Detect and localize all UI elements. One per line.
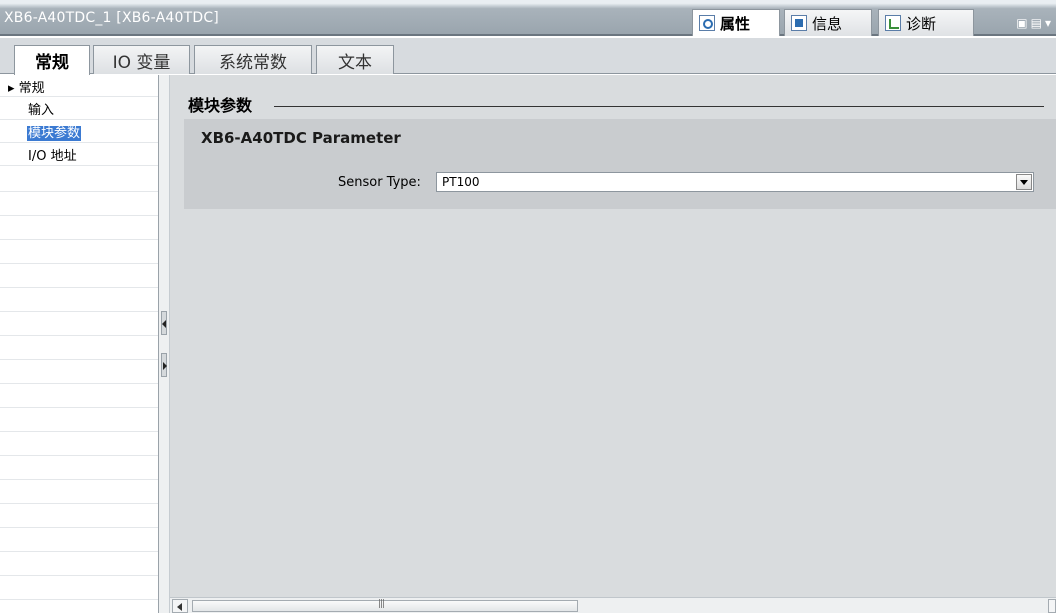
nav-divider <box>0 165 158 166</box>
tab-properties-label: 属性 <box>720 14 751 33</box>
chevron-down-icon[interactable]: ▾ <box>1045 16 1054 30</box>
horizontal-scrollbar[interactable] <box>170 597 1056 613</box>
nav-divider <box>0 455 158 456</box>
window-controls[interactable]: ▣▤▾ <box>1016 16 1054 30</box>
nav-divider <box>0 239 158 240</box>
tab-system-constants[interactable]: 系统常数 <box>194 45 312 74</box>
heading-divider <box>274 106 1044 107</box>
tab-diagnostics[interactable]: 诊断 <box>878 9 974 36</box>
nav-divider <box>0 359 158 360</box>
scroll-right-button[interactable] <box>1048 599 1056 613</box>
scroll-left-button[interactable] <box>172 599 188 613</box>
tab-text[interactable]: 文本 <box>316 45 394 74</box>
restore-icon[interactable]: ▣ <box>1016 16 1030 30</box>
nav-item-general[interactable]: ▸ 常规 <box>8 81 45 96</box>
expand-right-icon[interactable] <box>161 353 167 377</box>
nav-divider <box>0 191 158 192</box>
collapse-left-icon[interactable] <box>161 311 167 335</box>
diagnostics-icon <box>885 15 901 31</box>
tab-info[interactable]: 信息 <box>784 9 872 36</box>
tab-io-variables[interactable]: IO 变量 <box>93 45 190 74</box>
panel-splitter[interactable] <box>158 75 170 613</box>
nav-item-general-label: ▸ 常规 <box>8 81 45 96</box>
parameter-panel: XB6-A40TDC Parameter Sensor Type: PT100 <box>184 119 1056 209</box>
title-bar: XB6-A40TDC_1 [XB6-A40TDC] 属性 信息 诊断 ▣▤▾ <box>0 0 1056 36</box>
nav-divider <box>0 575 158 576</box>
minimize-icon[interactable]: ▤ <box>1031 16 1045 30</box>
scroll-thumb[interactable] <box>192 599 578 612</box>
nav-item-io-address-label: I/O 地址 <box>28 149 77 164</box>
nav-divider <box>0 142 158 143</box>
nav-divider <box>0 503 158 504</box>
nav-item-input-label: 输入 <box>28 103 55 118</box>
nav-item-input[interactable]: 输入 <box>28 103 54 118</box>
nav-divider <box>0 263 158 264</box>
left-navigation: ▸ 常规 输入 模块参数 I/O 地址 <box>0 75 158 613</box>
main-content: 模块参数 XB6-A40TDC Parameter Sensor Type: P… <box>170 75 1056 613</box>
nav-divider <box>0 335 158 336</box>
sensor-type-select[interactable]: PT100 <box>436 172 1034 192</box>
nav-divider <box>0 119 158 120</box>
nav-divider <box>0 96 158 97</box>
nav-divider <box>0 551 158 552</box>
info-icon <box>791 15 807 31</box>
nav-divider <box>0 287 158 288</box>
sensor-type-label: Sensor Type: <box>338 175 421 190</box>
dropdown-arrow-icon[interactable] <box>1016 174 1032 190</box>
nav-divider <box>0 527 158 528</box>
tab-general-label: 常规 <box>35 53 69 73</box>
nav-item-module-parameters-label: 模块参数 <box>27 126 82 141</box>
parameter-panel-title: XB6-A40TDC Parameter <box>201 129 401 147</box>
tab-diagnostics-label: 诊断 <box>906 14 937 33</box>
nav-divider <box>0 599 158 600</box>
tab-info-label: 信息 <box>812 14 843 33</box>
section-heading: 模块参数 <box>188 96 253 115</box>
sensor-type-value: PT100 <box>442 175 480 189</box>
properties-icon <box>699 15 715 31</box>
tab-properties[interactable]: 属性 <box>692 9 780 36</box>
tab-general[interactable]: 常规 <box>14 45 90 75</box>
nav-divider <box>0 311 158 312</box>
nav-divider <box>0 407 158 408</box>
nav-divider <box>0 215 158 216</box>
nav-divider <box>0 383 158 384</box>
tab-row: 常规 IO 变量 系统常数 文本 <box>0 38 1056 75</box>
window-title: XB6-A40TDC_1 [XB6-A40TDC] <box>4 10 219 26</box>
nav-divider <box>0 479 158 480</box>
nav-item-module-parameters[interactable]: 模块参数 <box>27 126 82 141</box>
tab-text-label: 文本 <box>338 52 372 73</box>
tab-io-variables-label: IO 变量 <box>112 52 171 73</box>
nav-divider <box>0 431 158 432</box>
tab-system-constants-label: 系统常数 <box>219 52 287 73</box>
nav-item-io-address[interactable]: I/O 地址 <box>28 149 77 164</box>
